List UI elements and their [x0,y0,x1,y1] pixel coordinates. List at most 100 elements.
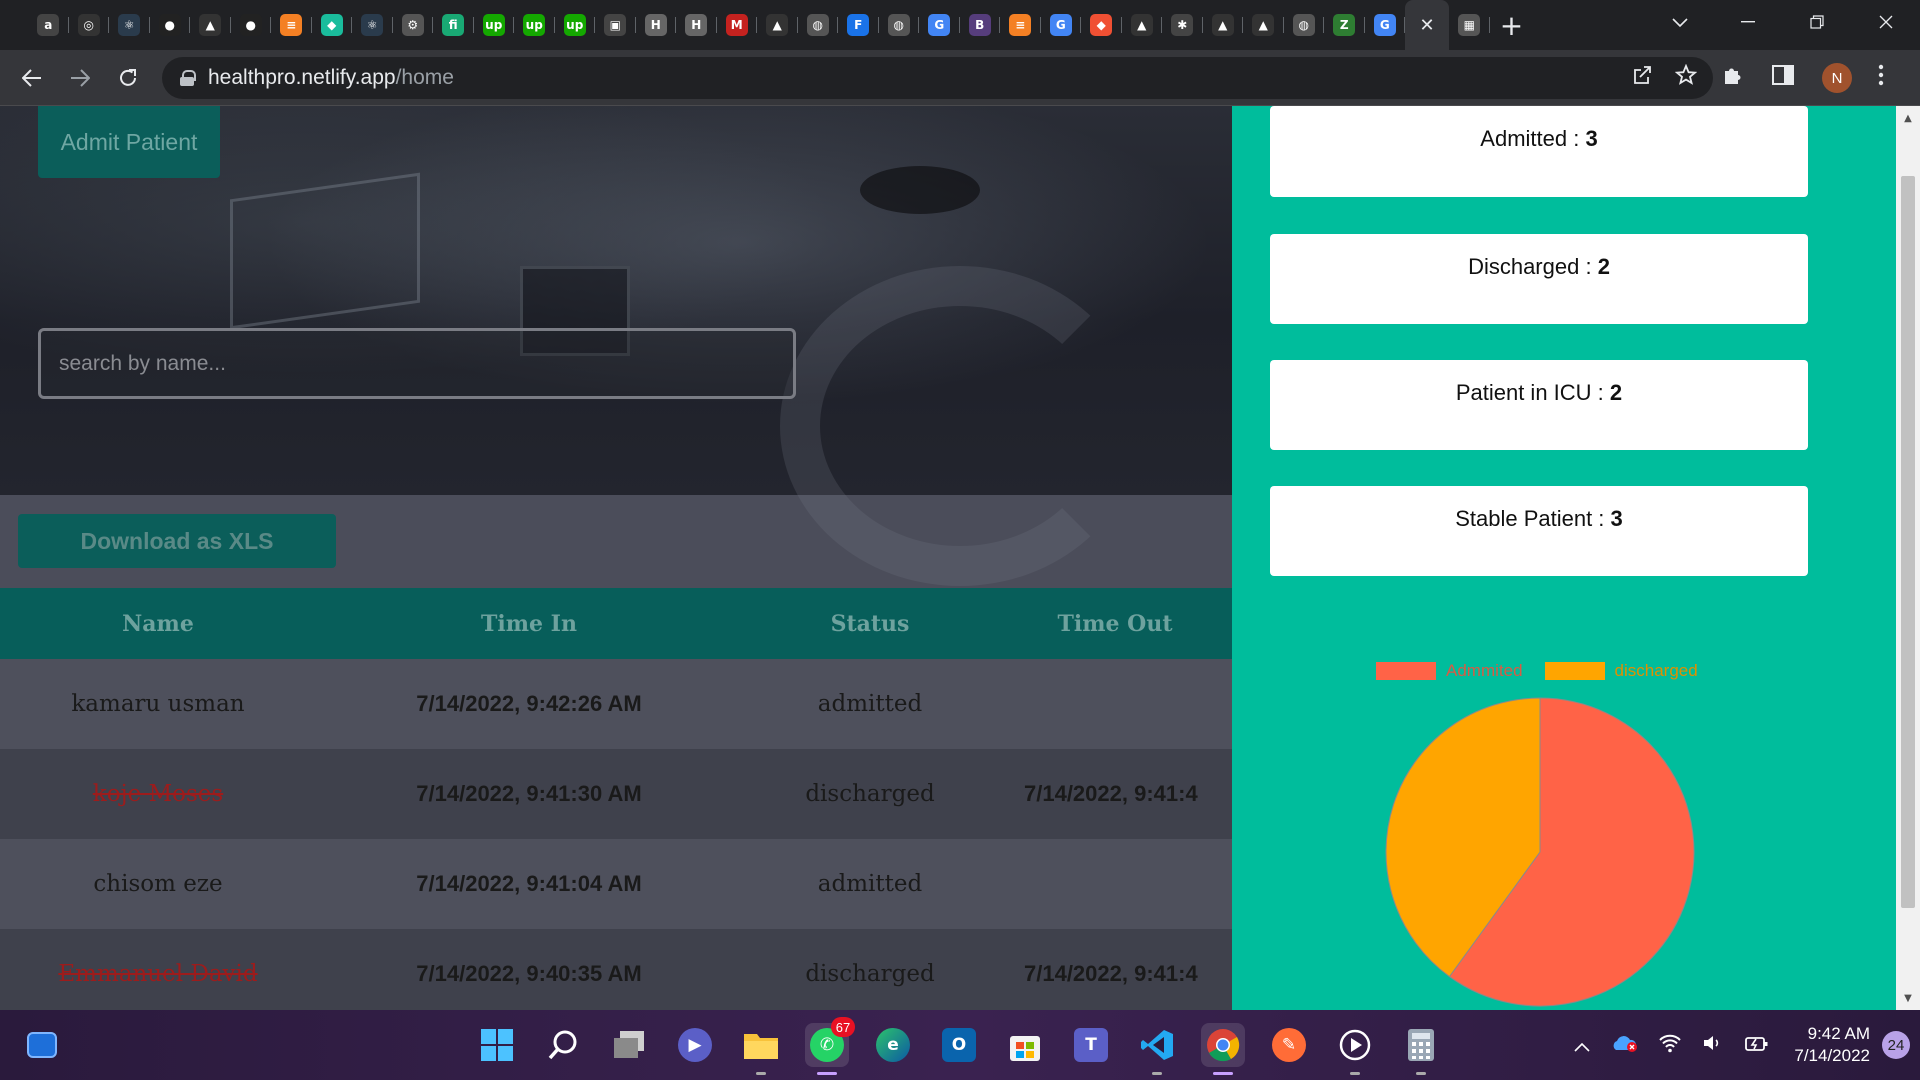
browser-tab[interactable]: ▲ [190,0,231,50]
browser-tab[interactable]: ▦ [1449,0,1490,50]
browser-tab[interactable]: ▲ [1203,0,1244,50]
patient-name: koje Moses [92,781,224,807]
back-button[interactable] [8,50,56,106]
more-menu-icon[interactable] [1878,64,1884,92]
browser-tab[interactable]: ● [150,0,191,50]
chat-icon[interactable]: ▶ [673,1023,717,1067]
postman-icon[interactable]: ✎ [1267,1023,1311,1067]
browser-tab[interactable]: ⚛ [352,0,393,50]
tab-favicon-icon: ◆ [320,14,343,36]
patient-status: discharged [805,781,935,807]
start-windows-icon[interactable] [475,1023,519,1067]
battery-charging-icon[interactable] [1744,1033,1770,1058]
task-view-icon[interactable] [607,1023,651,1067]
browser-tab[interactable]: ▲ [1122,0,1163,50]
legend-swatch-discharged[interactable] [1544,662,1605,680]
browser-tab[interactable]: fi [433,0,474,50]
browser-tab[interactable]: G [1041,0,1082,50]
tab-favicon-icon: M [725,14,748,36]
tab-favicon-icon: ▲ [1211,14,1234,36]
scroll-up-arrow-icon[interactable]: ▲ [1896,108,1920,128]
browser-tab[interactable]: ● [231,0,272,50]
browser-tab[interactable]: ◆ [312,0,353,50]
browser-tab[interactable]: up [474,0,515,50]
forward-button[interactable] [56,50,104,106]
browser-tab[interactable]: ◎ [69,0,110,50]
share-icon[interactable] [1633,65,1653,91]
active-tab[interactable]: ✕ [1405,0,1449,50]
reload-button[interactable] [104,50,152,106]
notification-count-badge[interactable]: 24 [1882,1031,1910,1059]
address-bar[interactable]: healthpro.netlify.app/home [162,57,1713,99]
bookmark-star-icon[interactable] [1674,63,1698,92]
tab-favicon-icon: ⚙ [401,14,424,36]
side-panel-icon[interactable] [1772,65,1794,91]
close-window-button[interactable] [1851,0,1920,44]
browser-tab[interactable]: M [717,0,758,50]
browser-tab[interactable]: ⚛ [109,0,150,50]
browser-tab[interactable]: ◍ [798,0,839,50]
search-icon[interactable] [541,1023,585,1067]
search-input[interactable] [38,328,796,399]
download-xls-button[interactable]: Download as XLS [18,514,336,568]
browser-tab[interactable]: ◍ [1284,0,1325,50]
browser-tab[interactable]: H [636,0,677,50]
browser-tab[interactable]: ▲ [1243,0,1284,50]
browser-tab[interactable]: a [28,0,69,50]
table-row[interactable]: kamaru usman 7/14/2022, 9:42:26 AM admit… [0,659,1232,749]
browser-tab[interactable]: ◍ [879,0,920,50]
media-player-icon[interactable] [1333,1023,1377,1075]
scroll-down-arrow-icon[interactable]: ▼ [1896,988,1920,1008]
file-explorer-icon[interactable] [739,1023,783,1075]
onedrive-icon[interactable] [1610,1033,1638,1058]
tab-favicon-icon: G [928,14,951,36]
browser-tab[interactable]: G [919,0,960,50]
tab-favicon-icon: G [1373,14,1396,36]
whatsapp-icon[interactable]: ✆ 67 [805,1017,855,1075]
system-tray: 9:42 AM 7/14/2022 24 [1564,1010,1920,1080]
browser-tab[interactable]: ▲ [757,0,798,50]
minimize-button[interactable] [1713,0,1782,44]
browser-tab-strip: a ◎ ⚛ ● ▲ ● ≡ ◆ ⚛ ⚙ fi up up up ▣ H H M ▲ ◍ F ◍ G B ≡ G ◆ ▲ ✱ ▲ ▲ ◍ Z G ✕ ▦… [0,0,1920,50]
close-tab-icon[interactable]: ✕ [1419,15,1434,36]
browser-tab[interactable]: ⚙ [393,0,434,50]
legend-swatch-admitted[interactable] [1376,662,1436,680]
browser-tab[interactable]: ≡ [271,0,312,50]
wifi-icon[interactable] [1658,1033,1682,1058]
admit-patient-button[interactable]: Admit Patient [38,106,220,178]
browser-tab[interactable]: up [555,0,596,50]
profile-avatar[interactable]: N [1822,63,1852,93]
browser-tab[interactable]: up [514,0,555,50]
tab-search-chevron-icon[interactable] [1660,8,1700,38]
microsoft-store-icon[interactable] [1003,1023,1047,1067]
browser-tab[interactable]: ◆ [1081,0,1122,50]
volume-icon[interactable] [1702,1033,1724,1058]
restore-button[interactable] [1782,0,1851,44]
browser-tab[interactable]: B [960,0,1001,50]
extensions-puzzle-icon[interactable] [1722,64,1744,92]
vscode-icon[interactable] [1135,1023,1179,1075]
teams-icon[interactable]: T [1069,1023,1113,1067]
browser-tab[interactable]: H [676,0,717,50]
scroll-thumb[interactable] [1901,176,1915,908]
browser-tab[interactable]: ≡ [1000,0,1041,50]
table-row[interactable]: koje Moses 7/14/2022, 9:41:30 AM dischar… [0,749,1232,839]
widgets-icon[interactable] [20,1023,64,1067]
browser-tab[interactable]: F [838,0,879,50]
new-tab-button[interactable]: + [1490,0,1534,50]
outlook-icon[interactable]: O [937,1023,981,1067]
browser-tab[interactable]: ▣ [595,0,636,50]
browser-tab[interactable]: ✱ [1162,0,1203,50]
chrome-icon[interactable] [1201,1023,1245,1075]
page-scrollbar[interactable]: ▲ ▼ [1896,106,1920,1010]
show-hidden-icons-chevron-icon[interactable] [1574,1033,1590,1057]
browser-tab[interactable]: G [1365,0,1406,50]
stat-card-icu: Patient in ICU : 2 [1270,360,1808,450]
browser-tab[interactable]: Z [1324,0,1365,50]
system-clock[interactable]: 9:42 AM 7/14/2022 [1794,1023,1870,1067]
calculator-icon[interactable] [1399,1023,1443,1075]
edge-browser-icon[interactable]: e [871,1023,915,1067]
table-row[interactable]: chisom eze 7/14/2022, 9:41:04 AM admitte… [0,839,1232,929]
table-row[interactable]: Emmanuel David 7/14/2022, 9:40:35 AM dis… [0,929,1232,1010]
window-controls [1713,0,1920,44]
